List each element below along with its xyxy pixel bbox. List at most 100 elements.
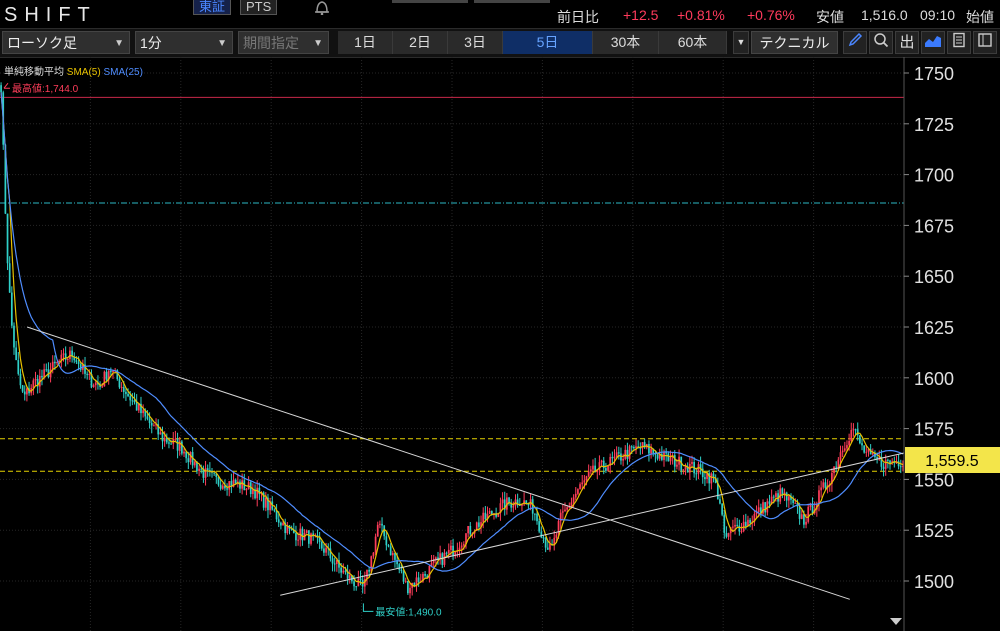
technical-button[interactable]: テクニカル bbox=[751, 31, 838, 54]
high-price-label: 最高値:1,744.0 bbox=[12, 82, 79, 95]
candle-body bbox=[542, 537, 545, 539]
candle-body bbox=[417, 577, 420, 583]
candle-body bbox=[611, 456, 614, 459]
tab-stub[interactable] bbox=[392, 0, 468, 3]
candle-body bbox=[176, 438, 179, 451]
candle-body bbox=[861, 443, 863, 446]
candle-body bbox=[704, 477, 706, 480]
output-icon[interactable]: 出 bbox=[895, 31, 919, 54]
alert-bell-icon[interactable] bbox=[311, 0, 333, 16]
period-3d-button[interactable]: 3日 bbox=[448, 31, 503, 54]
candle-body bbox=[820, 487, 822, 491]
interval-select[interactable]: 1分 ▼ bbox=[135, 31, 233, 54]
candle-body bbox=[379, 523, 381, 525]
candle-body bbox=[447, 549, 450, 554]
period-60bars-button[interactable]: 60本 bbox=[659, 31, 727, 54]
candle-body bbox=[75, 360, 78, 363]
candle-body bbox=[355, 586, 358, 588]
candle-body bbox=[21, 385, 24, 392]
period-30bars-button[interactable]: 30本 bbox=[593, 31, 659, 54]
candle-body bbox=[325, 547, 327, 553]
candle-body bbox=[863, 445, 866, 453]
candle-body bbox=[310, 533, 312, 544]
candle-body bbox=[695, 473, 698, 475]
period-1d-button[interactable]: 1日 bbox=[338, 31, 393, 54]
candle-body bbox=[589, 469, 592, 472]
price-chart[interactable]: 1750 1725 1700 1675 1650 1625 1600 1575 1550 1525… bbox=[0, 57, 1000, 631]
change-value: +12.5 bbox=[623, 7, 659, 23]
candle-body bbox=[757, 507, 760, 512]
candle-body bbox=[833, 466, 835, 474]
candle-body bbox=[219, 484, 222, 489]
area-chart-icon[interactable] bbox=[921, 31, 945, 54]
candle-body bbox=[204, 468, 207, 478]
candle-body bbox=[389, 546, 392, 556]
candle-body bbox=[333, 563, 336, 565]
candle-body bbox=[676, 464, 678, 467]
document-icon[interactable] bbox=[947, 31, 971, 54]
change-percent-alt: +0.76% bbox=[747, 7, 795, 23]
period-range-select[interactable]: 期間指定 ▼ bbox=[238, 31, 329, 54]
pencil-icon[interactable] bbox=[843, 31, 867, 54]
change-label: 前日比 bbox=[557, 9, 599, 25]
interval-value: 1分 bbox=[140, 35, 162, 51]
candle-body bbox=[719, 499, 721, 504]
candle-body bbox=[297, 539, 299, 541]
indicator-legend[interactable]: 単純移動平均 SMA(5) SMA(25) bbox=[4, 63, 143, 78]
candle-body bbox=[103, 371, 106, 387]
period-2d-button[interactable]: 2日 bbox=[393, 31, 448, 54]
candle-body bbox=[381, 523, 383, 526]
layout-icon[interactable] bbox=[973, 31, 997, 54]
candle-body bbox=[153, 425, 155, 427]
y-tick-label: 1625 bbox=[914, 318, 954, 338]
candle-body bbox=[228, 481, 231, 490]
period-5d-button[interactable]: 5日 bbox=[503, 31, 593, 54]
y-tick-label: 1500 bbox=[914, 572, 954, 592]
zoom-icon[interactable] bbox=[869, 31, 893, 54]
candle-body bbox=[241, 480, 244, 489]
candle-body bbox=[77, 362, 80, 365]
candle-body bbox=[340, 567, 343, 573]
candle-body bbox=[198, 468, 200, 471]
exchange-tab-tse[interactable]: 東証 bbox=[193, 0, 232, 15]
candle-body bbox=[824, 482, 827, 489]
candle-body bbox=[626, 449, 629, 459]
current-price-label: 1,559.5 bbox=[925, 453, 978, 470]
candle-body bbox=[650, 448, 652, 454]
candle-body bbox=[348, 575, 351, 579]
chart-type-select[interactable]: ローソク足 ▼ bbox=[2, 31, 130, 54]
candle-body bbox=[424, 573, 426, 576]
candle-body bbox=[170, 443, 172, 445]
candle-body bbox=[462, 544, 465, 546]
exchange-tab-pts[interactable]: PTS bbox=[240, 0, 278, 15]
chevron-down-icon: ▼ bbox=[217, 38, 227, 49]
candle-body bbox=[811, 503, 814, 514]
scroll-down-icon bbox=[890, 618, 902, 625]
candle-body bbox=[574, 493, 577, 498]
candle-body bbox=[734, 524, 736, 527]
candle-body bbox=[226, 488, 228, 490]
candle-body bbox=[264, 497, 267, 508]
candle-body bbox=[217, 476, 220, 485]
candle-body bbox=[452, 545, 454, 556]
more-periods-icon[interactable]: ▼ bbox=[733, 31, 749, 54]
candle-body bbox=[295, 533, 297, 541]
candle-body bbox=[174, 438, 177, 440]
candle-body bbox=[331, 558, 334, 564]
candle-body bbox=[512, 505, 515, 508]
candle-body bbox=[617, 452, 620, 454]
candle-body bbox=[859, 435, 861, 444]
tab-stub[interactable] bbox=[474, 0, 550, 3]
candle-body bbox=[792, 499, 795, 503]
candle-body bbox=[13, 325, 15, 348]
change-percent: +0.81% bbox=[677, 7, 725, 23]
candle-body bbox=[168, 442, 170, 444]
candle-body bbox=[239, 481, 241, 489]
candle-body bbox=[581, 482, 584, 485]
candle-body bbox=[667, 453, 670, 462]
candle-body bbox=[409, 587, 411, 594]
candle-body bbox=[15, 347, 18, 361]
candle-body bbox=[561, 511, 564, 513]
candle-body bbox=[45, 369, 48, 371]
candle-body bbox=[697, 464, 700, 474]
